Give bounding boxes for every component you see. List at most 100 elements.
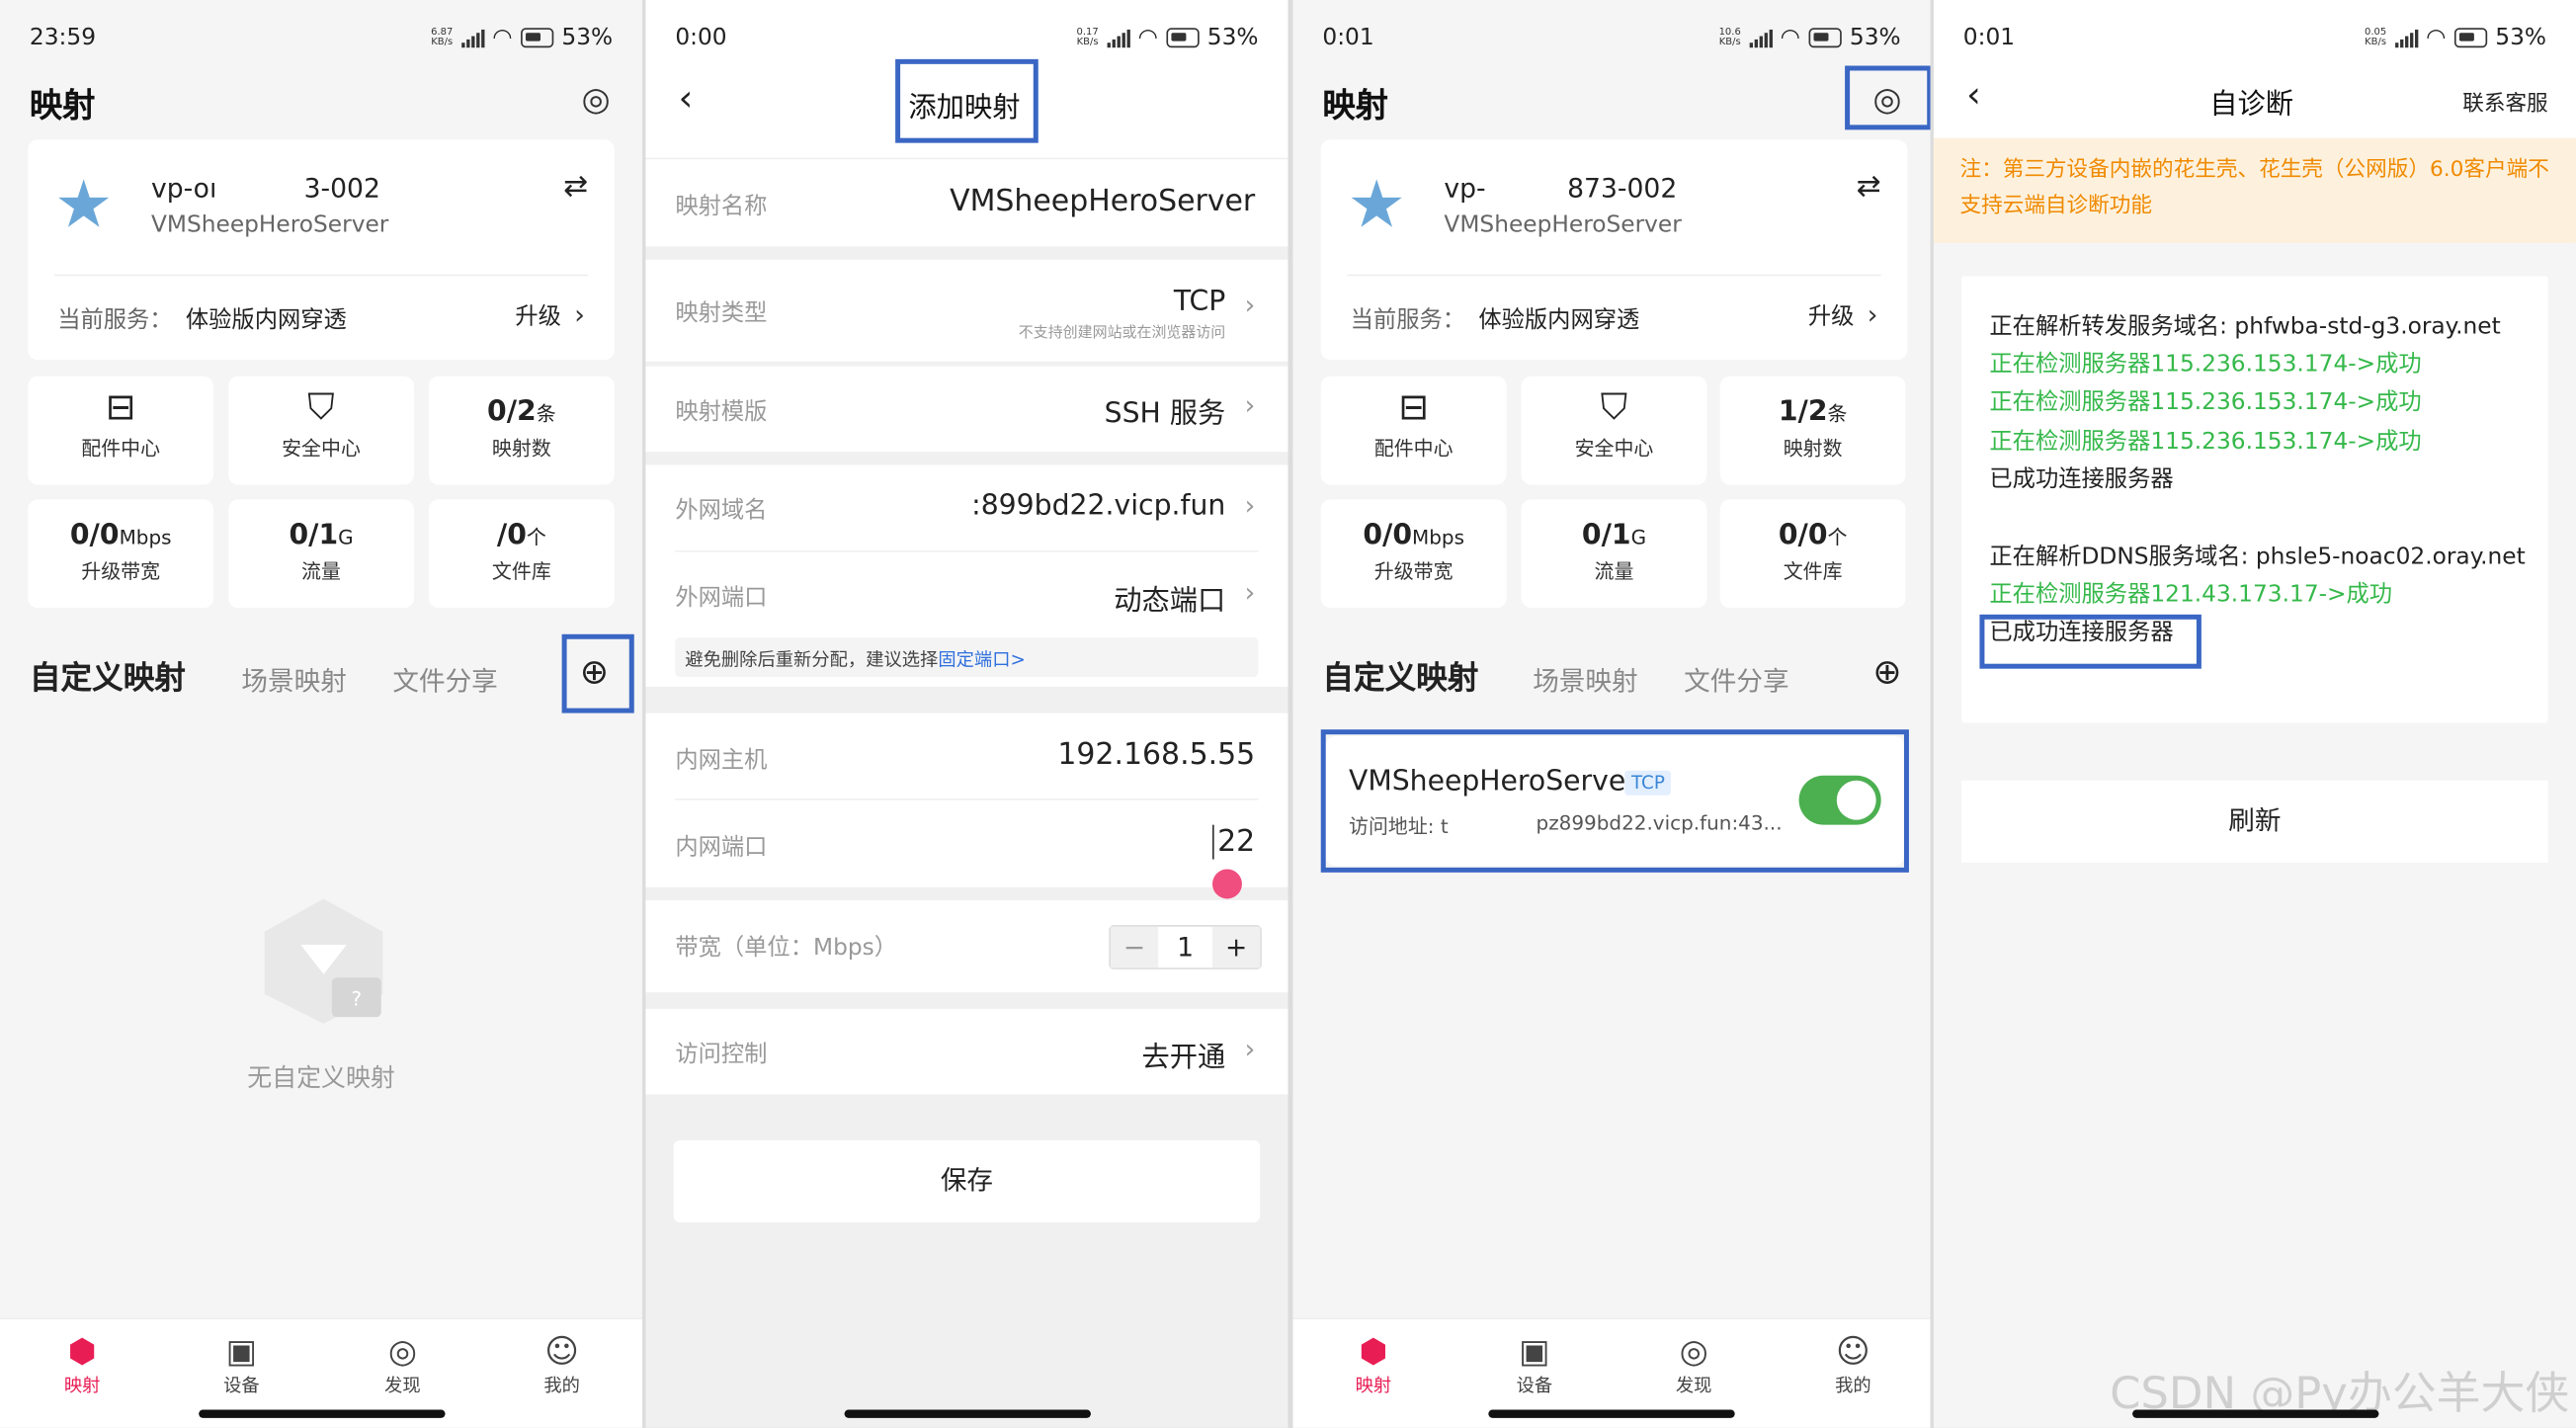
upgrade-link[interactable]: 升级 › [515,299,585,332]
field-value: 22 [1212,824,1255,860]
stat-unit: 条 [1827,402,1848,426]
chevron-right-icon: › [1244,289,1256,321]
stat-files[interactable]: /0个 文件库 [428,499,615,609]
nav-label: 我的 [1835,1375,1871,1397]
battery-percent: 53% [2495,24,2547,51]
chevron-right-icon: › [1244,389,1256,421]
stat-map-count[interactable]: 0/2条 映射数 [428,376,615,485]
log-line-success: 正在检测服务器115.236.153.174->成功 [1989,352,2422,378]
stat-value: 0/0 [1778,519,1828,552]
nav-discover[interactable]: ◎ 发现 [1644,1329,1743,1398]
add-mapping-icon[interactable]: ⊕ [1872,652,1901,692]
status-time: 23:59 [29,24,97,51]
highlight-box [561,633,634,714]
stat-label: 流量 [301,559,341,584]
net-speed: 0.17 KB/s [1076,26,1099,48]
stat-security[interactable]: ⛉ 安全中心 [1521,376,1707,485]
field-template[interactable]: 映射模版 SSH 服务 › [645,365,1288,453]
stat-security[interactable]: ⛉ 安全中心 [228,376,414,485]
chevron-right-icon: › [1244,1033,1256,1065]
field-domain[interactable]: 外网域名 :899bd22.vicp.fun › [645,465,1288,550]
tab-custom-mapping[interactable]: 自定义映射 [30,654,186,699]
stat-label: 安全中心 [1574,437,1654,461]
signal-icon [1749,29,1773,47]
nav-profile[interactable]: ☺ 我的 [1804,1329,1903,1398]
stat-traffic[interactable]: 0/1G 流量 [228,499,414,609]
field-label: 内网主机 [675,747,768,775]
tab-file-share[interactable]: 文件分享 [1684,659,1788,699]
field-type[interactable]: 映射类型 TCP 不支持创建网站或在浏览器访问 › [645,259,1288,362]
switch-account-icon[interactable]: ⇄ [563,169,588,204]
account-id-a: vp- [1444,172,1486,205]
stat-map-count[interactable]: 1/2条 映射数 [1719,376,1906,485]
wifi-icon: ◠ [2426,24,2447,51]
stat-files[interactable]: 0/0个 文件库 [1719,499,1906,609]
stat-value: 0/0 [1363,519,1413,552]
server-name: VMSheepHeroServer [150,211,389,239]
field-host[interactable]: 内网主机 192.168.5.55 [645,714,1288,798]
upgrade-link[interactable]: 升级 › [1808,299,1878,332]
stat-bandwidth[interactable]: 0/0Mbps 升级带宽 [1320,499,1507,609]
fixed-port-link[interactable]: 固定端口> [938,649,1025,671]
contact-support-link[interactable]: 联系客服 [2462,85,2547,117]
account-id-b: 3-002 [303,172,380,205]
tab-scene-mapping[interactable]: 场景映射 [1533,659,1637,699]
stat-traffic[interactable]: 0/1G 流量 [1521,499,1707,609]
nav-device[interactable]: ▣ 设备 [193,1329,291,1398]
home-indicator [843,1409,1091,1418]
refresh-button[interactable]: 刷新 [1961,780,2548,863]
back-icon[interactable]: ‹ [679,79,694,121]
switch-account-icon[interactable]: ⇄ [1857,169,1881,204]
field-internal-port[interactable]: 内网端口 22 [645,800,1288,899]
service-label: 当前服务： [57,306,173,334]
tab-scene-mapping[interactable]: 场景映射 [241,659,346,699]
wifi-icon: ◠ [1780,24,1801,51]
stat-accessory[interactable]: ⊟ 配件中心 [28,376,214,485]
server-name: VMSheepHeroServer [1444,211,1682,239]
nav-mapping[interactable]: ⬢ 映射 [33,1329,131,1398]
nav-profile[interactable]: ☺ 我的 [513,1329,612,1398]
diagnose-icon[interactable]: ◎ [582,79,611,119]
nav-mapping[interactable]: ⬢ 映射 [1324,1329,1423,1398]
wifi-icon: ◠ [1137,24,1158,51]
tab-custom-mapping[interactable]: 自定义映射 [1322,654,1478,699]
status-time: 0:01 [1962,24,2016,51]
chevron-right-icon: › [1867,298,1878,331]
empty-illustration-icon: ? [241,895,405,1027]
chevron-right-icon: › [1244,489,1256,522]
log-line: 已成功连接服务器 [1989,465,2174,493]
stat-label: 文件库 [1783,559,1843,584]
plus-button[interactable]: + [1211,926,1261,968]
stat-value: 0/2 [487,395,537,429]
internal-group: 内网主机 192.168.5.55 内网端口 22 [645,713,1288,899]
stat-accessory[interactable]: ⊟ 配件中心 [1320,376,1507,485]
mapping-screen-empty: 23:59 6.87 KB/s ◠ 53% 映射 ◎ ★ vp-oı 3-002 V… [0,0,643,1428]
account-card: ★ vp-oı 3-002 VMSheepHeroServer ⇄ 当前服务： … [28,139,615,361]
field-external-port[interactable]: 外网端口 动态端口 › [645,552,1288,634]
save-button[interactable]: 保存 [673,1139,1261,1222]
stat-unit: 个 [526,526,546,549]
back-icon[interactable]: ‹ [1966,75,1981,117]
home-indicator [2131,1409,2378,1418]
chevron-right-icon: › [1244,576,1256,609]
stat-bandwidth[interactable]: 0/0Mbps 升级带宽 [28,499,214,609]
nav-discover[interactable]: ◎ 发现 [353,1329,452,1398]
bandwidth-value[interactable]: 1 [1158,927,1212,968]
field-name[interactable]: 映射名称 VMSheepHeroServer [645,159,1288,247]
highlight-box [895,58,1039,143]
tab-file-share[interactable]: 文件分享 [392,659,497,699]
nav-device[interactable]: ▣ 设备 [1485,1329,1584,1398]
stat-unit: G [1630,526,1647,549]
field-label: 映射名称 [675,194,768,220]
field-label: 外网域名 [675,497,768,525]
service-value: 体验版内网穿透 [185,306,347,334]
field-value: 去开通 [1141,1042,1226,1075]
status-bar: 23:59 6.87 KB/s ◠ 53% [0,17,642,63]
battery-icon [1808,28,1842,48]
accessory-icon: ⊟ [1398,387,1429,429]
minus-button[interactable]: − [1110,926,1159,968]
signal-icon [1107,29,1130,47]
text-cursor-handle[interactable] [1211,869,1242,899]
field-label: 外网端口 [675,584,768,612]
field-access-control[interactable]: 访问控制 去开通 › [645,1008,1288,1095]
